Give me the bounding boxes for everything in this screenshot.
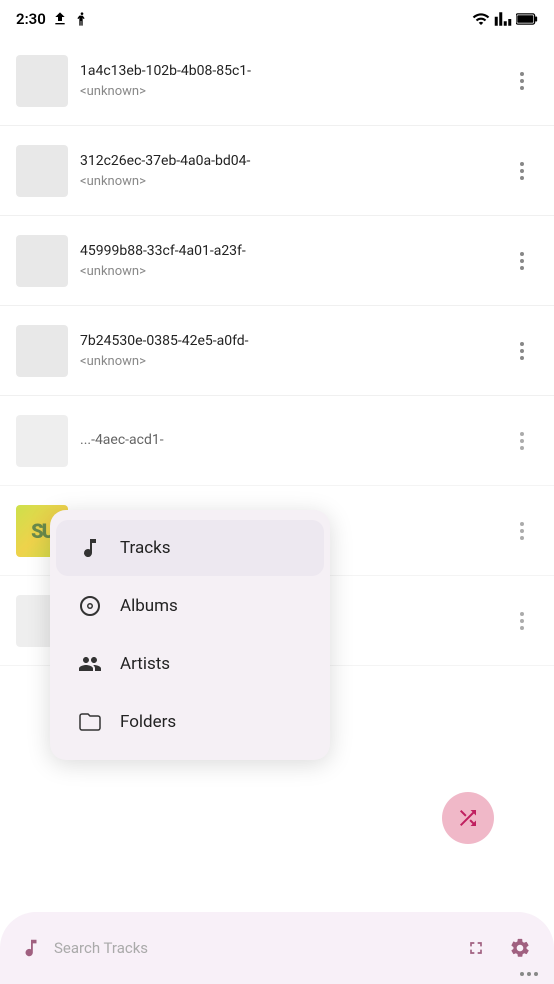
music-note-search-icon [16,933,46,963]
track-row: 1a4c13eb-102b-4b08-85c1- <unknown> [0,36,554,126]
track-row: 312c26ec-37eb-4a0a-bd04- <unknown> [0,126,554,216]
track-row: ...-4aec-acd1- [0,396,554,486]
track-text: 312c26ec-37eb-4a0a-bd04- <unknown> [80,152,506,189]
track-thumbnail [16,235,68,287]
track-title: 7b24530e-0385-42e5-a0fd- [80,332,506,352]
battery-icon [516,12,538,26]
download-icon [52,11,68,27]
track-artist: <unknown> [80,354,506,369]
wifi-icon [472,10,490,28]
track-info: 1a4c13eb-102b-4b08-85c1- <unknown> [16,55,506,107]
shuffle-close-button[interactable] [442,792,494,844]
track-row: 7b24530e-0385-42e5-a0fd- <unknown> [0,306,554,396]
tracks-label: Tracks [120,538,171,558]
track-more-button[interactable] [506,515,538,547]
track-more-button[interactable] [506,155,538,187]
signal-icon [494,10,512,28]
track-title: 1a4c13eb-102b-4b08-85c1- [80,62,506,82]
accessibility-icon [74,11,90,27]
status-icons [472,10,538,28]
track-info: ...-4aec-acd1- [16,415,506,467]
track-more-button[interactable] [506,605,538,637]
track-artist: <unknown> [80,264,506,279]
track-more-button[interactable] [506,65,538,97]
status-time: 2:30 [16,10,90,28]
track-text: 1a4c13eb-102b-4b08-85c1- <unknown> [80,62,506,99]
track-thumbnail [16,325,68,377]
track-info: 312c26ec-37eb-4a0a-bd04- <unknown> [16,145,506,197]
menu-item-folders[interactable]: Folders [56,694,324,750]
person-icon [76,650,104,678]
track-more-button[interactable] [506,425,538,457]
track-more-button[interactable] [506,335,538,367]
track-title: ...-4aec-acd1- [80,431,506,451]
track-info: 45999b88-33cf-4a01-a23f- <unknown> [16,235,506,287]
track-title: 312c26ec-37eb-4a0a-bd04- [80,152,506,172]
track-text: 7b24530e-0385-42e5-a0fd- <unknown> [80,332,506,369]
albums-label: Albums [120,596,178,616]
track-thumbnail [16,55,68,107]
track-text: ...-4aec-acd1- [80,431,506,451]
folders-label: Folders [120,712,176,732]
category-dropdown-menu: Tracks Albums Artists Folders [50,510,330,760]
search-input-container[interactable]: Search Tracks [54,939,450,957]
expand-icon[interactable] [458,930,494,966]
status-bar: 2:30 [0,0,554,36]
track-text: 45999b88-33cf-4a01-a23f- <unknown> [80,242,506,279]
track-title: 45999b88-33cf-4a01-a23f- [80,242,506,262]
album-icon [76,592,104,620]
bottom-more-button[interactable] [520,972,538,976]
track-thumbnail [16,415,68,467]
menu-item-artists[interactable]: Artists [56,636,324,692]
track-artist: <unknown> [80,84,506,99]
music-note-icon [76,534,104,562]
time-display: 2:30 [16,10,46,28]
folder-icon [76,708,104,736]
track-more-button[interactable] [506,245,538,277]
settings-button[interactable] [502,930,538,966]
track-thumbnail [16,145,68,197]
track-row: 45999b88-33cf-4a01-a23f- <unknown> [0,216,554,306]
shuffle-x-icon [456,806,480,830]
search-placeholder: Search Tracks [54,939,450,957]
menu-item-tracks[interactable]: Tracks [56,520,324,576]
artists-label: Artists [120,654,170,674]
track-artist: <unknown> [80,174,506,189]
bottom-search-bar: Search Tracks [0,912,554,984]
menu-item-albums[interactable]: Albums [56,578,324,634]
track-info: 7b24530e-0385-42e5-a0fd- <unknown> [16,325,506,377]
